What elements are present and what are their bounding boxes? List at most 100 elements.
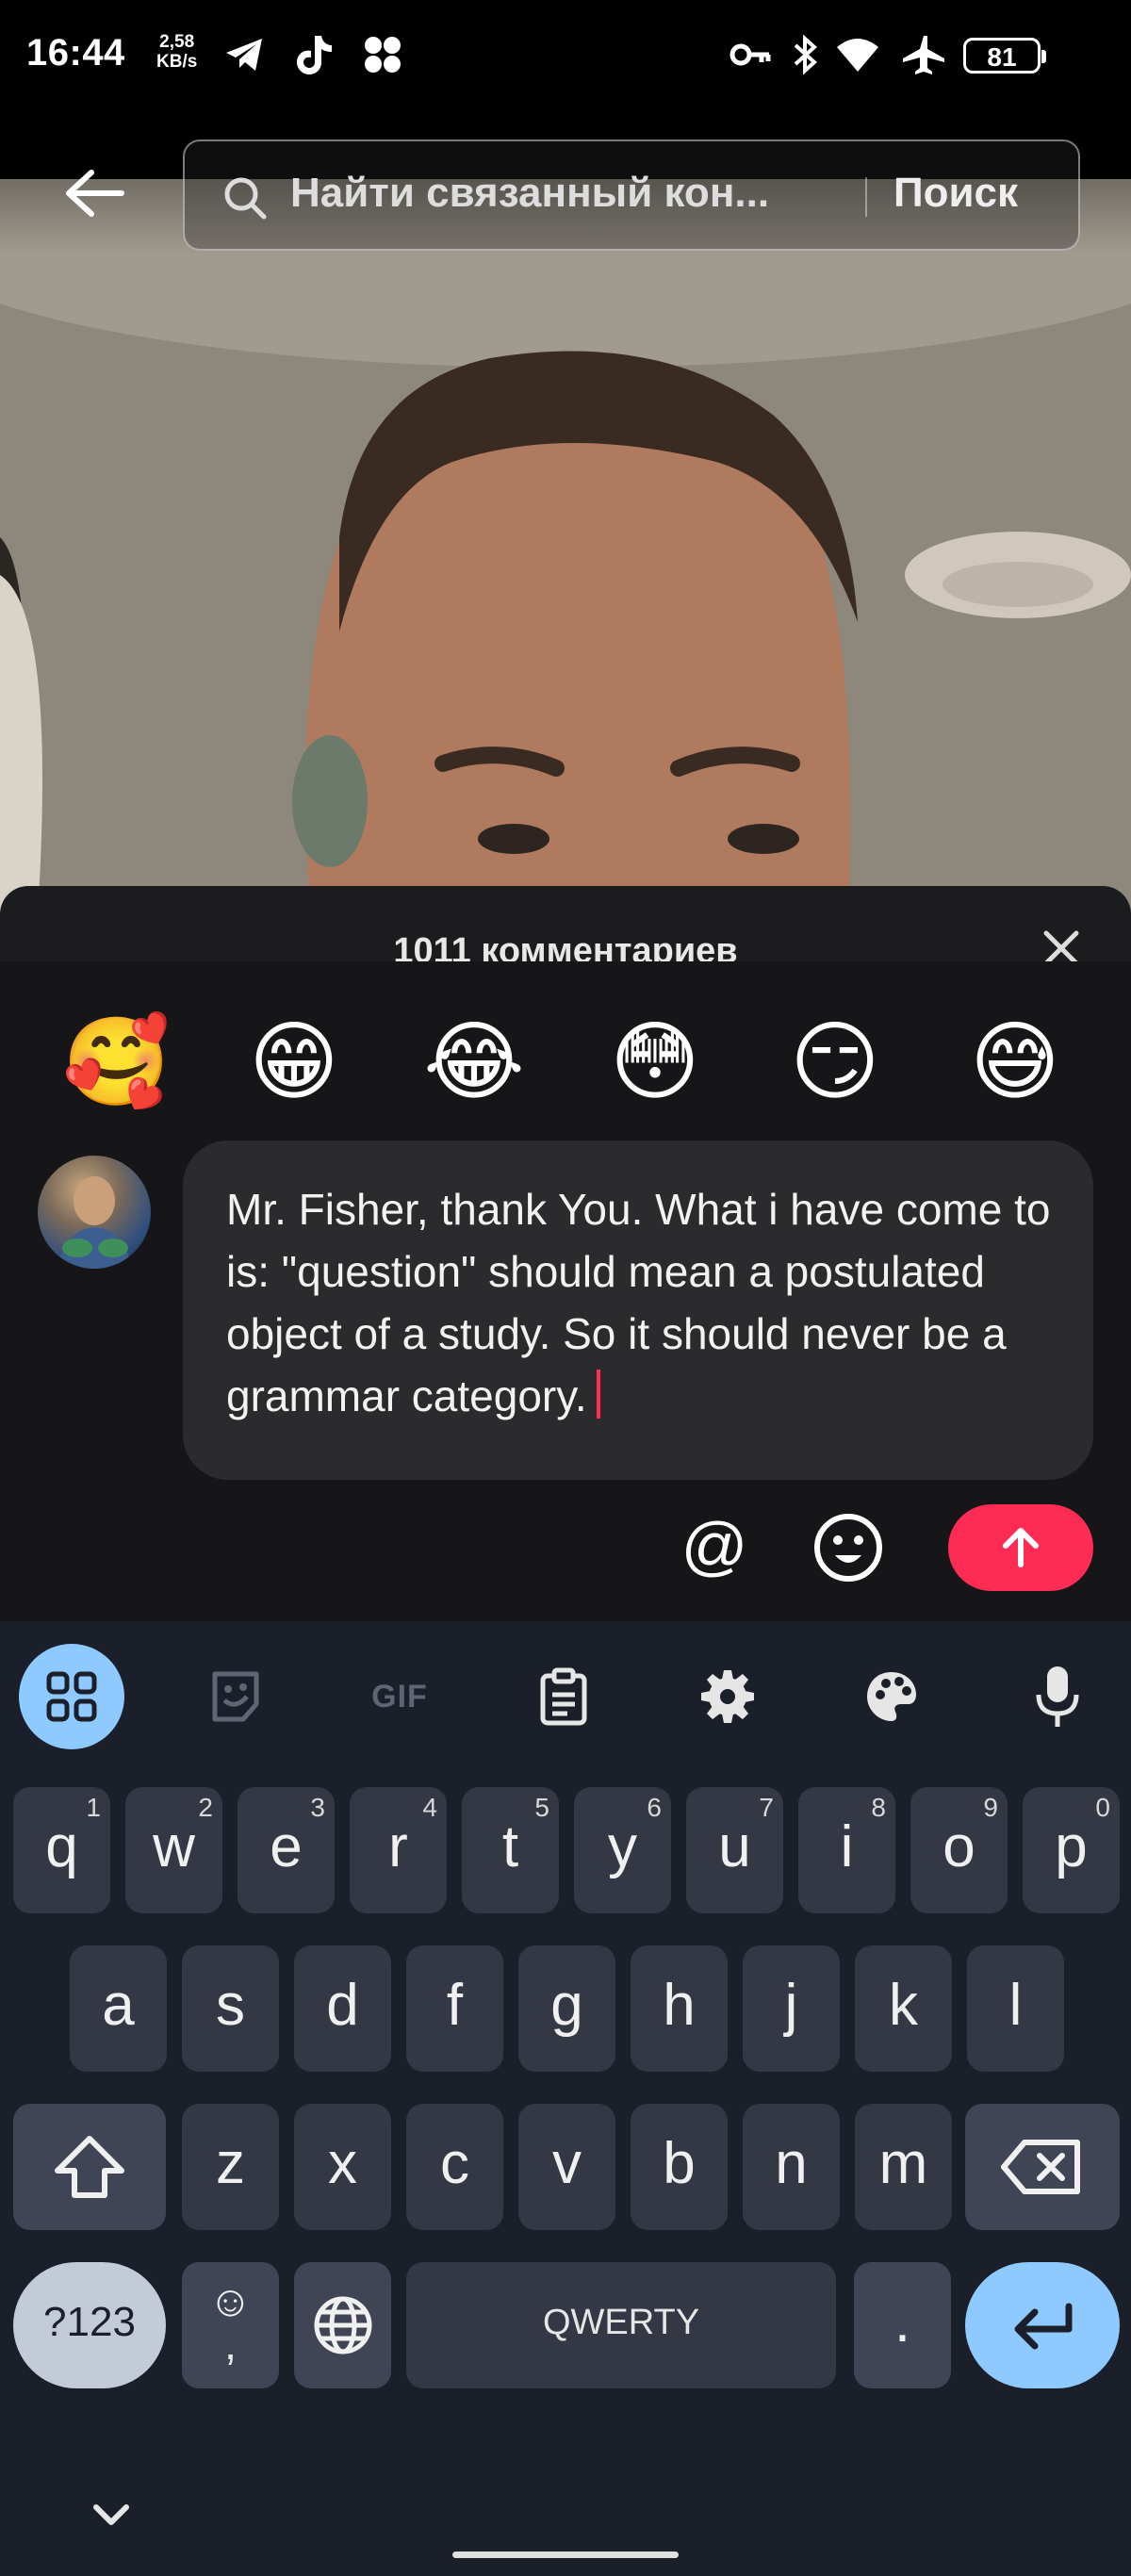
key-f[interactable]: f (406, 1945, 503, 2072)
key-w[interactable]: w2 (125, 1787, 222, 1913)
key-label: t (501, 1814, 519, 1879)
key-hint: 0 (1095, 1793, 1110, 1822)
theme-button[interactable] (839, 1644, 944, 1749)
keyboard-apps-button[interactable] (19, 1644, 124, 1749)
sticker-button[interactable] (183, 1644, 288, 1749)
key-b[interactable]: b (631, 2104, 728, 2230)
enter-key[interactable] (965, 2262, 1120, 2388)
key-label: o (942, 1814, 975, 1879)
bluetooth-icon (794, 34, 817, 75)
key-o[interactable]: o9 (910, 1787, 1008, 1913)
search-placeholder[interactable]: Найти связанный кон... (290, 170, 818, 217)
arrow-up-icon (1003, 1528, 1039, 1567)
key-d[interactable]: d (294, 1945, 391, 2072)
emoji-button[interactable] (812, 1512, 884, 1583)
key-s[interactable]: s (182, 1945, 279, 2072)
microphone-icon (1036, 1666, 1079, 1727)
network-speed-unit: KB/s (156, 52, 198, 72)
emoji-key-icon: ☺ (208, 2276, 253, 2325)
clipboard-icon (540, 1667, 587, 1726)
gif-button[interactable]: GIF (347, 1644, 452, 1749)
space-key[interactable]: QWERTY (406, 2262, 836, 2388)
key-c[interactable]: c (406, 2104, 503, 2230)
status-time: 16:44 (26, 32, 125, 74)
key-l[interactable]: l (967, 1945, 1064, 2072)
key-label: u (718, 1814, 751, 1879)
key-hint: 9 (983, 1793, 998, 1822)
airplane-icon (903, 36, 944, 74)
emoji-comma-key[interactable]: ☺ , (182, 2262, 279, 2388)
backspace-icon (1001, 2140, 1080, 2194)
language-key[interactable] (294, 2262, 391, 2388)
emoji-suggestion[interactable]: 😂 (422, 1010, 526, 1114)
palette-icon (867, 1672, 916, 1721)
key-p[interactable]: p0 (1023, 1787, 1120, 1913)
key-v[interactable]: v (518, 2104, 615, 2230)
globe-icon (314, 2296, 371, 2354)
emoji-suggestion[interactable]: 😏 (783, 1010, 887, 1114)
emoji-suggestion[interactable]: 😅 (963, 1010, 1067, 1114)
arrow-left-icon (66, 170, 124, 217)
key-u[interactable]: u7 (686, 1787, 783, 1913)
voice-input-button[interactable] (1005, 1644, 1110, 1749)
key-k[interactable]: k (855, 1945, 952, 2072)
emoji-suggestion[interactable]: 😁 (242, 1010, 346, 1114)
backspace-key[interactable] (965, 2104, 1120, 2230)
send-button[interactable] (948, 1504, 1093, 1591)
key-r[interactable]: r4 (350, 1787, 447, 1913)
status-bar: 16:44 2,58 KB/s 81 (0, 0, 1131, 113)
telegram-icon (226, 39, 262, 71)
emoji-suggestion[interactable]: 😳 (603, 1010, 707, 1114)
key-g[interactable]: g (518, 1945, 615, 2072)
key-hint: 8 (871, 1793, 886, 1822)
key-z[interactable]: z (182, 2104, 279, 2230)
key-x[interactable]: x (294, 2104, 391, 2230)
key-hint: 3 (310, 1793, 325, 1822)
key-h[interactable]: h (631, 1945, 728, 2072)
search-button[interactable]: Поиск (893, 170, 1018, 217)
video-preview[interactable] (0, 179, 1131, 914)
key-icon (729, 43, 771, 66)
back-button[interactable] (57, 160, 132, 226)
period-key[interactable]: . (854, 2262, 951, 2388)
key-y[interactable]: y6 (574, 1787, 671, 1913)
comments-count: 1011 комментариев (393, 931, 738, 961)
key-q[interactable]: q1 (13, 1787, 110, 1913)
comments-sheet-header: 1011 комментариев (0, 886, 1131, 961)
key-n[interactable]: n (743, 2104, 840, 2230)
key-hint: 1 (86, 1793, 101, 1822)
mention-button[interactable]: @ (679, 1512, 750, 1583)
key-j[interactable]: j (743, 1945, 840, 2072)
key-i[interactable]: i8 (798, 1787, 895, 1913)
search-field[interactable]: Найти связанный кон... Поиск (183, 139, 1080, 251)
network-speed: 2,58 KB/s (156, 32, 197, 72)
home-indicator[interactable] (452, 2551, 679, 2558)
comment-text-value: Mr. Fisher, thank You. What i have come … (226, 1185, 1051, 1420)
comment-input-text[interactable]: Mr. Fisher, thank You. What i have come … (226, 1178, 1056, 1427)
gif-icon: GIF (371, 1678, 428, 1715)
emoji-suggestion[interactable]: 🥰 (62, 1010, 171, 1114)
search-divider (865, 177, 867, 217)
app-icon (365, 37, 401, 73)
avatar (38, 1156, 151, 1269)
clipboard-button[interactable] (511, 1644, 616, 1749)
close-icon[interactable] (1039, 926, 1084, 961)
battery-percent: 81 (987, 42, 1017, 72)
wifi-icon (837, 39, 878, 72)
comment-composer: 🥰 😁 😂 😳 😏 😅 Mr. Fisher, thank You. What … (0, 961, 1131, 1621)
key-a[interactable]: a (70, 1945, 167, 2072)
comment-input[interactable]: Mr. Fisher, thank You. What i have come … (183, 1140, 1093, 1480)
comma-label: , (224, 2320, 237, 2369)
network-speed-value: 2,58 (159, 32, 195, 52)
key-hint: 5 (534, 1793, 549, 1822)
chevron-down-icon[interactable] (85, 2488, 138, 2541)
key-t[interactable]: t5 (462, 1787, 559, 1913)
key-label: w (153, 1814, 195, 1879)
key-m[interactable]: m (855, 2104, 952, 2230)
key-e[interactable]: e3 (238, 1787, 335, 1913)
shift-key[interactable] (13, 2104, 166, 2230)
key-label: y (608, 1814, 637, 1879)
settings-gear-icon (701, 1670, 754, 1723)
settings-button[interactable] (675, 1644, 780, 1749)
symbols-key[interactable]: ?123 (13, 2262, 166, 2388)
